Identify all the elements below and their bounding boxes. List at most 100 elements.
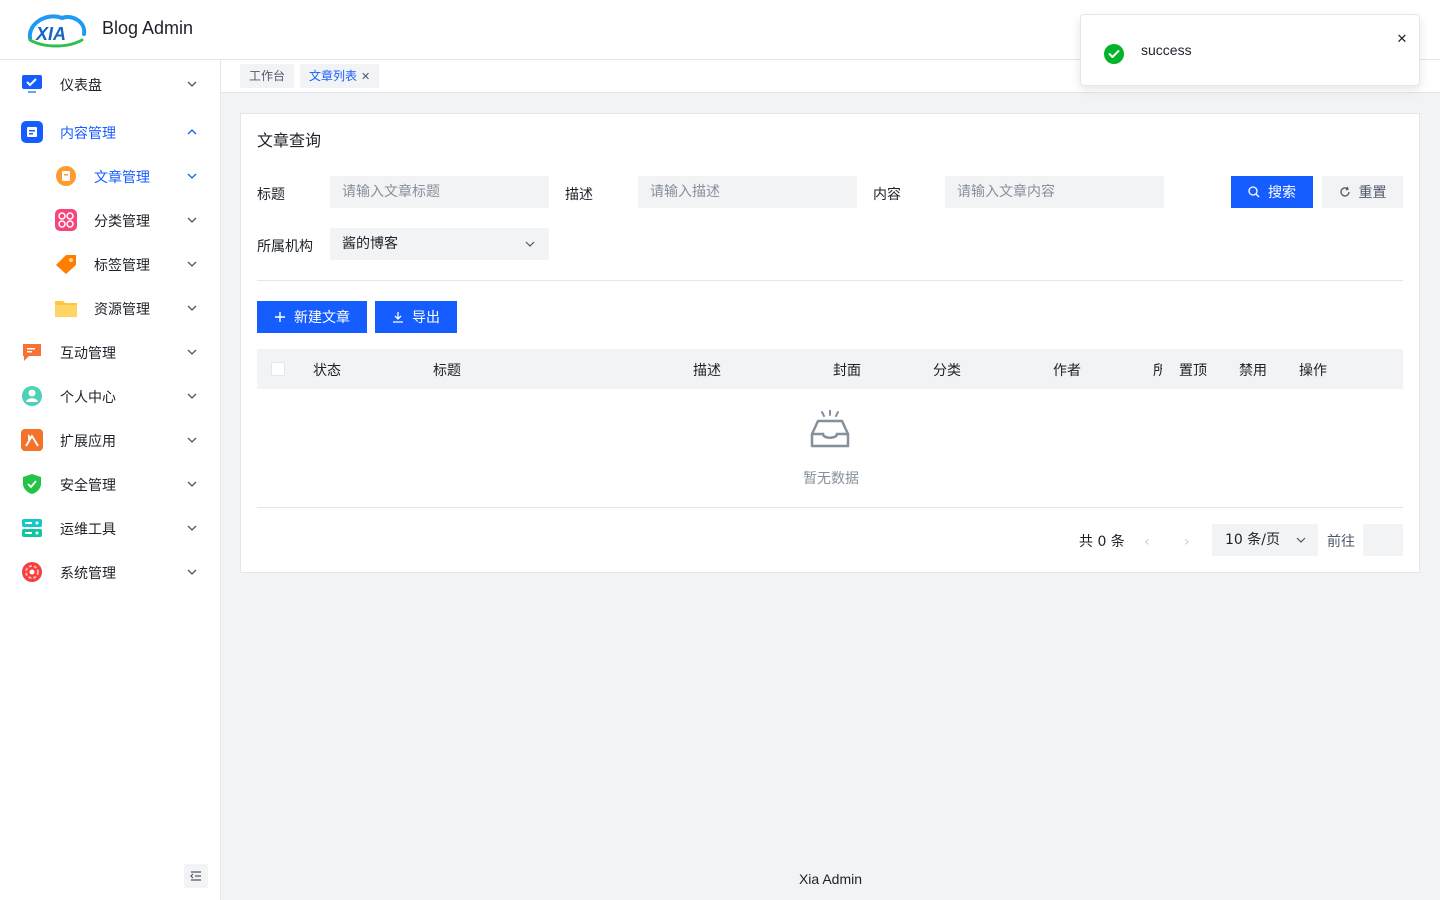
next-page-icon[interactable]: ›	[1184, 534, 1190, 550]
title-filter-label: 标题	[257, 187, 285, 203]
chevron-down-icon	[187, 261, 197, 267]
sidebar-item-label: 互动管理	[60, 346, 116, 362]
content-filter-label: 内容	[873, 187, 901, 203]
sidebar-item-label: 资源管理	[94, 302, 150, 318]
sidebar-item-label: 扩展应用	[60, 434, 116, 450]
tab-label: 工作台	[249, 69, 286, 83]
refresh-icon	[1339, 186, 1350, 197]
sidebar-item-dashboard[interactable]: 仪表盘	[0, 62, 220, 106]
footer: Xia Admin	[798, 871, 863, 887]
reset-button-label: 重置	[1358, 185, 1387, 201]
menu-fold-icon	[190, 871, 201, 881]
column-header-status[interactable]: 状态	[313, 360, 341, 380]
sidebar-item-interaction[interactable]: 互动管理	[0, 330, 220, 374]
sidebar-item-label: 标签管理	[94, 258, 150, 274]
org-filter-label: 所属机构	[257, 239, 313, 255]
sidebar-item-label: 运维工具	[60, 522, 116, 538]
org-select[interactable]: 酱的博客	[330, 228, 549, 260]
column-header-author[interactable]: 作者	[1053, 360, 1081, 380]
desc-filter-label: 描述	[565, 187, 593, 203]
tab-workbench[interactable]: 工作台	[240, 64, 295, 88]
user-icon	[21, 385, 43, 407]
divider	[257, 280, 1403, 281]
sidebar-item-content[interactable]: 内容管理	[0, 110, 220, 154]
new-article-button[interactable]: 新建文章	[257, 301, 367, 333]
tag-icon	[55, 253, 77, 275]
sidebar-item-tags[interactable]: 标签管理	[0, 242, 220, 286]
page-size-value: 10 条/页	[1225, 532, 1280, 548]
column-header-cover[interactable]: 封面	[833, 360, 861, 380]
sidebar-item-extensions[interactable]: 扩展应用	[0, 418, 220, 462]
goto-page-input[interactable]	[1363, 524, 1403, 556]
monitor-icon	[21, 73, 43, 95]
sidebar-item-label: 仪表盘	[60, 78, 102, 94]
new-article-button-label: 新建文章	[294, 310, 350, 326]
page-size-select[interactable]: 10 条/页	[1212, 524, 1318, 556]
search-button[interactable]: 搜索	[1231, 176, 1313, 208]
org-select-value: 酱的博客	[342, 236, 398, 252]
logo-text: XIA	[36, 24, 67, 44]
chevron-down-icon	[187, 437, 197, 443]
check-circle-icon	[1104, 44, 1124, 64]
logo[interactable]: XIA	[24, 10, 88, 50]
collapse-sidebar-button[interactable]	[184, 864, 208, 888]
chevron-down-icon	[187, 481, 197, 487]
select-all-checkbox[interactable]	[271, 362, 285, 376]
sidebar: 仪表盘 内容管理 文章管理 分类管理 标签管理 资源管理 互动管理 个人中心 扩…	[0, 60, 221, 900]
settings-icon	[21, 561, 43, 583]
sidebar-item-ops-tools[interactable]: 运维工具	[0, 506, 220, 550]
sidebar-item-system[interactable]: 系统管理	[0, 550, 220, 594]
chevron-down-icon	[187, 217, 197, 223]
chevron-down-icon	[187, 569, 197, 575]
search-icon	[1248, 186, 1260, 198]
table-header: 状态 标题 描述 封面 分类 作者 所 置顶 禁用 操作	[257, 349, 1403, 389]
chevron-down-icon	[187, 525, 197, 531]
chat-icon	[21, 341, 43, 363]
sidebar-item-security[interactable]: 安全管理	[0, 462, 220, 506]
sidebar-item-articles[interactable]: 文章管理	[0, 154, 220, 198]
empty-inbox-icon	[810, 410, 850, 448]
article-query-card: 文章查询 标题 描述 内容 搜索 重置 所属机构 酱的博客 新建文章 导出 状态…	[240, 113, 1420, 573]
chevron-down-icon	[187, 81, 197, 87]
export-button[interactable]: 导出	[375, 301, 457, 333]
sidebar-item-label: 内容管理	[60, 126, 116, 142]
app-title: Blog Admin	[102, 18, 194, 38]
search-button-label: 搜索	[1268, 185, 1296, 201]
tab-article-list[interactable]: 文章列表 ✕	[300, 64, 380, 89]
tab-label: 文章列表	[309, 69, 358, 83]
goto-label: 前往	[1327, 534, 1355, 550]
sidebar-item-resources[interactable]: 资源管理	[0, 286, 220, 330]
column-header-org[interactable]: 所	[1153, 360, 1162, 380]
chevron-down-icon	[187, 305, 197, 311]
close-icon[interactable]: ✕	[361, 65, 370, 89]
close-icon[interactable]: ✕	[1395, 33, 1409, 47]
extension-icon	[21, 429, 43, 451]
empty-state-text: 暂无数据	[803, 471, 859, 487]
sidebar-item-categories[interactable]: 分类管理	[0, 198, 220, 242]
column-header-actions[interactable]: 操作	[1299, 360, 1327, 380]
sidebar-item-profile[interactable]: 个人中心	[0, 374, 220, 418]
sidebar-item-label: 文章管理	[94, 170, 150, 186]
sidebar-item-label: 个人中心	[60, 390, 116, 406]
title-filter-input[interactable]	[330, 176, 549, 208]
sidebar-item-label: 安全管理	[60, 478, 116, 494]
column-header-disabled[interactable]: 禁用	[1239, 360, 1267, 380]
content-filter-input[interactable]	[945, 176, 1164, 208]
plus-icon	[275, 312, 285, 322]
desc-filter-input[interactable]	[638, 176, 857, 208]
chevron-down-icon	[187, 349, 197, 355]
divider	[257, 507, 1403, 508]
reset-button[interactable]: 重置	[1322, 176, 1403, 208]
column-header-title[interactable]: 标题	[433, 360, 461, 380]
chevron-down-icon	[525, 241, 535, 247]
document-icon	[21, 121, 43, 143]
column-header-description[interactable]: 描述	[693, 360, 721, 380]
folder-icon	[55, 297, 77, 319]
download-icon	[393, 312, 403, 323]
chevron-down-icon	[187, 393, 197, 399]
server-icon	[21, 517, 43, 539]
sidebar-item-label: 分类管理	[94, 214, 150, 230]
column-header-pinned[interactable]: 置顶	[1179, 360, 1207, 380]
column-header-category[interactable]: 分类	[933, 360, 961, 380]
prev-page-icon[interactable]: ‹	[1144, 534, 1150, 550]
